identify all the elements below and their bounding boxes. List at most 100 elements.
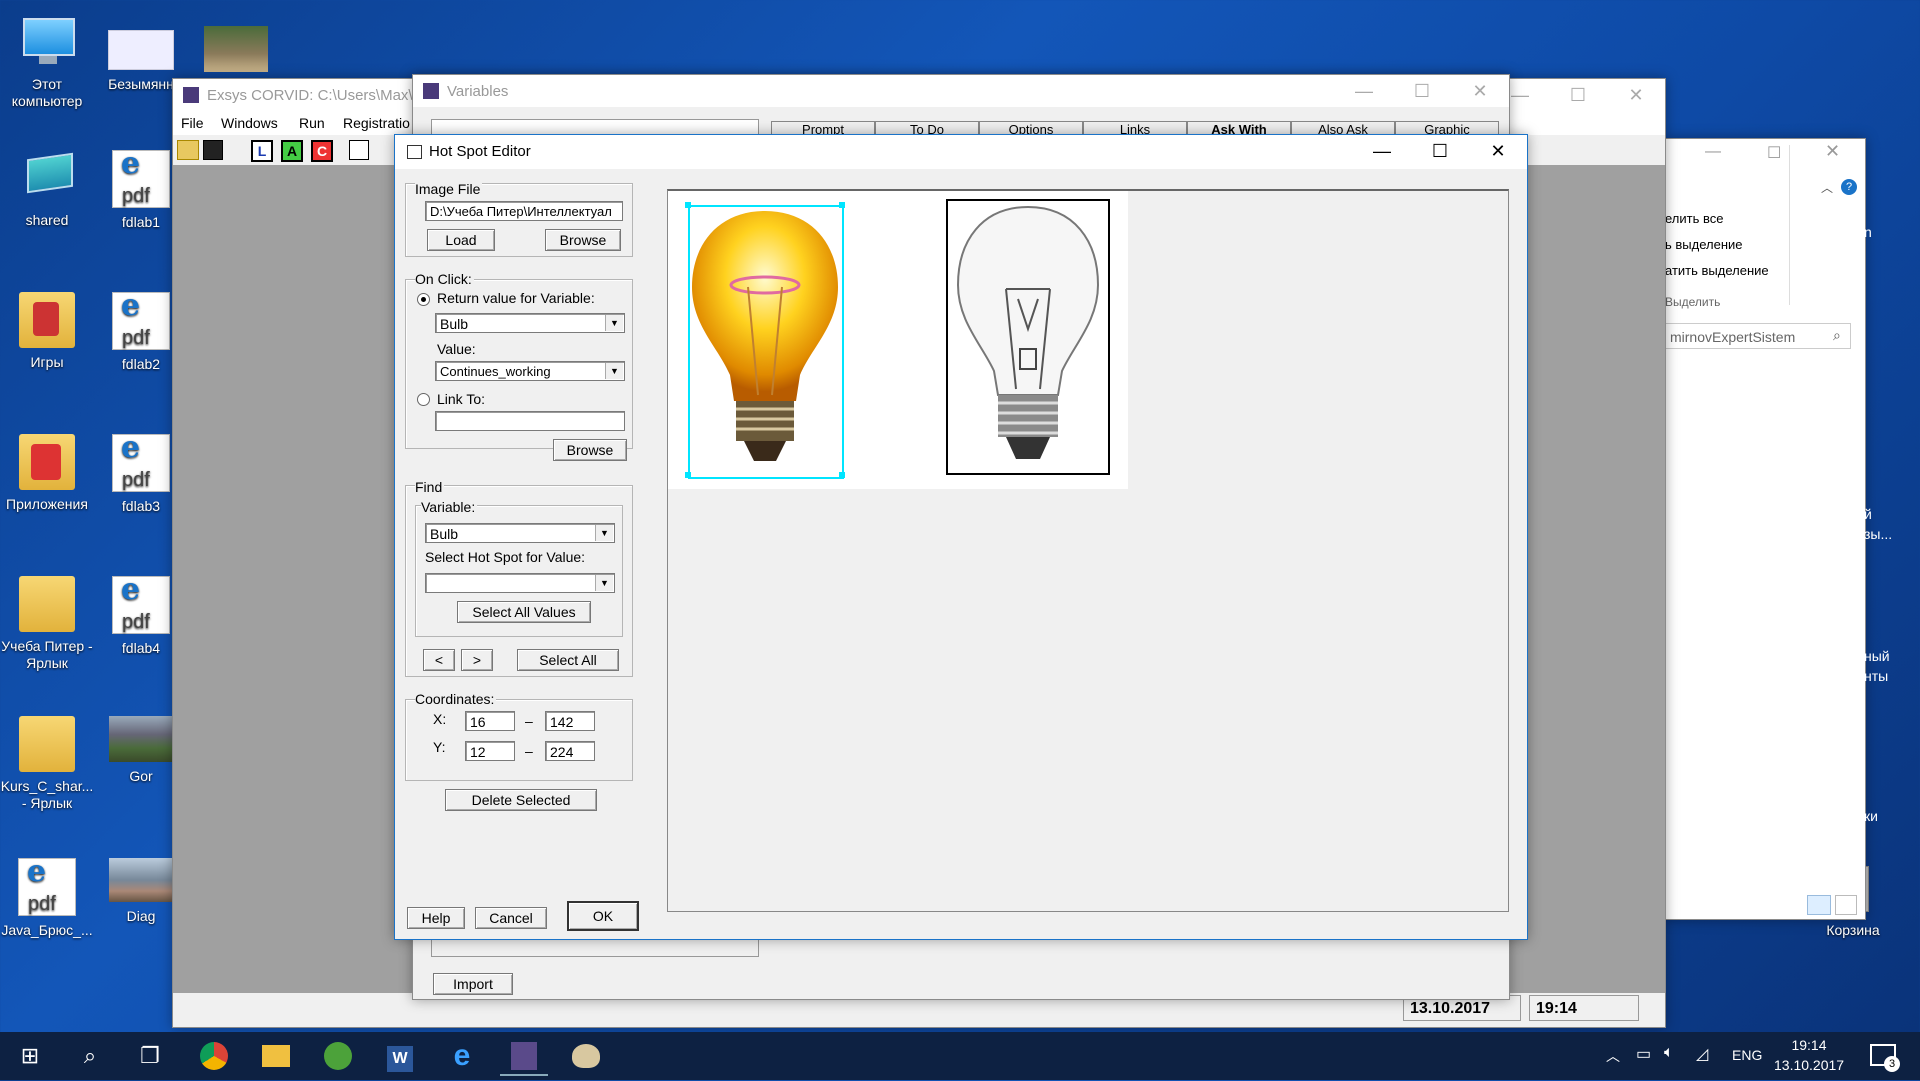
- ribbon-divider: [1789, 145, 1790, 305]
- desktop-icon-this-pc[interactable]: Этот компьютер: [0, 14, 94, 110]
- hot-spot-editor-window: Hot Spot Editor — ☐ ✕ Image File D:\Учеб…: [394, 134, 1528, 940]
- desktop-icon-label: Игры: [30, 354, 64, 370]
- unlit-bulb-hotspot[interactable]: [946, 199, 1110, 475]
- desktop-icon-apps[interactable]: Приложения: [0, 434, 94, 513]
- return-value-radio[interactable]: [417, 293, 430, 306]
- task-view-icon[interactable]: ❐: [126, 1038, 174, 1074]
- y1-input[interactable]: 12: [465, 741, 515, 761]
- image-path-input[interactable]: D:\Учеба Питер\Интеллектуал: [425, 201, 623, 221]
- variables-close-button[interactable]: ✕: [1451, 75, 1509, 107]
- image-file-label: Image File: [415, 181, 483, 197]
- folder-shortcut-icon: [19, 576, 75, 632]
- file-explorer-icon[interactable]: [252, 1038, 300, 1074]
- save-disk-icon[interactable]: [203, 140, 223, 160]
- explorer-maximize-button[interactable]: ☐: [1767, 143, 1781, 163]
- import-button[interactable]: Import: [433, 973, 513, 995]
- chevron-up-icon[interactable]: ︿: [1821, 179, 1833, 196]
- corvid-maximize-button[interactable]: ☐: [1549, 79, 1607, 111]
- utorrent-icon[interactable]: [314, 1038, 362, 1074]
- edge-icon[interactable]: e: [438, 1038, 486, 1074]
- battery-icon[interactable]: ▭: [1636, 1044, 1651, 1064]
- y2-input[interactable]: 224: [545, 741, 595, 761]
- menu-windows[interactable]: Windows: [221, 115, 278, 131]
- chrome-icon[interactable]: [190, 1038, 238, 1074]
- delete-selected-button[interactable]: Delete Selected: [445, 789, 597, 811]
- hse-close-button[interactable]: ✕: [1469, 135, 1527, 167]
- invert-selection-item[interactable]: ь выделение: [1665, 237, 1743, 252]
- desktop-photo-thumbnail[interactable]: [204, 26, 268, 72]
- prev-hotspot-button[interactable]: <: [423, 649, 455, 671]
- return-value-label: Return value for Variable:: [437, 290, 595, 306]
- corvid-taskbar-icon[interactable]: [500, 1038, 548, 1076]
- large-icons-view-icon[interactable]: [1835, 895, 1857, 915]
- ok-button[interactable]: OK: [567, 901, 639, 931]
- resize-handle[interactable]: [685, 472, 691, 478]
- next-hotspot-button[interactable]: >: [461, 649, 493, 671]
- help-button[interactable]: Help: [407, 907, 465, 929]
- resize-handle[interactable]: [839, 472, 845, 478]
- desktop-icon-study-shortcut[interactable]: Учеба Питер - Ярлык: [0, 576, 94, 672]
- variables-maximize-button[interactable]: ☐: [1393, 75, 1451, 107]
- cancel-button[interactable]: Cancel: [475, 907, 547, 929]
- hse-maximize-button[interactable]: ☐: [1411, 135, 1469, 167]
- link-to-input[interactable]: [435, 411, 625, 431]
- find-variable-select[interactable]: Bulb ▼: [425, 523, 615, 543]
- menu-registration[interactable]: Registratio: [343, 115, 410, 131]
- search-icon[interactable]: ⌕: [66, 1038, 114, 1074]
- load-button[interactable]: Load: [427, 229, 495, 251]
- clock-date[interactable]: 13.10.2017: [1774, 1057, 1844, 1073]
- windows-start-icon[interactable]: ⊞: [6, 1038, 54, 1074]
- desktop-icon-java[interactable]: e pdf Java_Брюс_...: [0, 857, 94, 939]
- select-all-item[interactable]: елить все: [1665, 211, 1723, 226]
- word-icon[interactable]: W: [376, 1038, 424, 1074]
- variables-title: Variables: [447, 83, 509, 100]
- explorer-minimize-button[interactable]: —: [1705, 143, 1721, 161]
- help-icon[interactable]: ?: [1841, 179, 1857, 195]
- desktop-icon-games[interactable]: Игры: [0, 292, 94, 371]
- select-all-values-button[interactable]: Select All Values: [457, 601, 591, 623]
- value-select[interactable]: Continues_working ▼: [435, 361, 625, 381]
- resize-handle[interactable]: [839, 202, 845, 208]
- chevron-down-icon: ▼: [605, 315, 623, 331]
- language-indicator[interactable]: ENG: [1732, 1047, 1762, 1063]
- hse-minimize-button[interactable]: —: [1353, 135, 1411, 167]
- corvid-close-button[interactable]: ✕: [1607, 79, 1665, 111]
- return-variable-select[interactable]: Bulb ▼: [435, 313, 625, 333]
- network-icon[interactable]: ◿: [1696, 1044, 1708, 1064]
- clock-time[interactable]: 19:14: [1774, 1037, 1844, 1053]
- select-all-button[interactable]: Select All: [517, 649, 619, 671]
- clear-selection-item[interactable]: атить выделение: [1665, 263, 1769, 278]
- resize-handle[interactable]: [685, 202, 691, 208]
- menu-run[interactable]: Run: [299, 115, 325, 131]
- logic-block-icon[interactable]: L: [251, 140, 273, 162]
- desktop-icon-label: fdlab3: [121, 498, 161, 514]
- command-block-icon[interactable]: C: [311, 140, 333, 162]
- link-to-radio[interactable]: [417, 393, 430, 406]
- volume-icon[interactable]: 🔈︎: [1664, 1044, 1674, 1062]
- x1-input[interactable]: 16: [465, 711, 515, 731]
- open-folder-icon[interactable]: [177, 140, 199, 160]
- variables-minimize-button[interactable]: —: [1335, 75, 1393, 107]
- explorer-search-input[interactable]: mirnovExpertSistem: [1665, 323, 1851, 349]
- notification-count-badge: 3: [1884, 1056, 1900, 1072]
- find-variable-value: Bulb: [430, 526, 459, 542]
- list-report-icon[interactable]: [349, 140, 369, 160]
- paint-icon[interactable]: [562, 1038, 610, 1074]
- image-canvas[interactable]: [667, 189, 1509, 912]
- x2-input[interactable]: 142: [545, 711, 595, 731]
- explorer-side-text: ный: [1864, 648, 1890, 664]
- desktop-icon-label: fdlab1: [121, 214, 161, 230]
- pdf-file-icon: e pdf: [112, 575, 170, 634]
- image-browse-button[interactable]: Browse: [545, 229, 621, 251]
- select-hotspot-select[interactable]: ▼: [425, 573, 615, 593]
- menu-file[interactable]: File: [181, 115, 204, 131]
- action-block-icon[interactable]: A: [281, 140, 303, 162]
- desktop-icon-shared[interactable]: shared: [0, 150, 94, 229]
- details-view-icon[interactable]: [1807, 895, 1831, 915]
- chevron-down-icon: ▼: [595, 575, 613, 591]
- desktop-icon-kurs-shortcut[interactable]: Kurs_C_shar... - Ярлык: [0, 716, 94, 812]
- y-dash: –: [525, 743, 533, 759]
- link-browse-button[interactable]: Browse: [553, 439, 627, 461]
- explorer-close-button[interactable]: ✕: [1825, 141, 1840, 162]
- chevron-up-icon[interactable]: ︿: [1606, 1046, 1620, 1066]
